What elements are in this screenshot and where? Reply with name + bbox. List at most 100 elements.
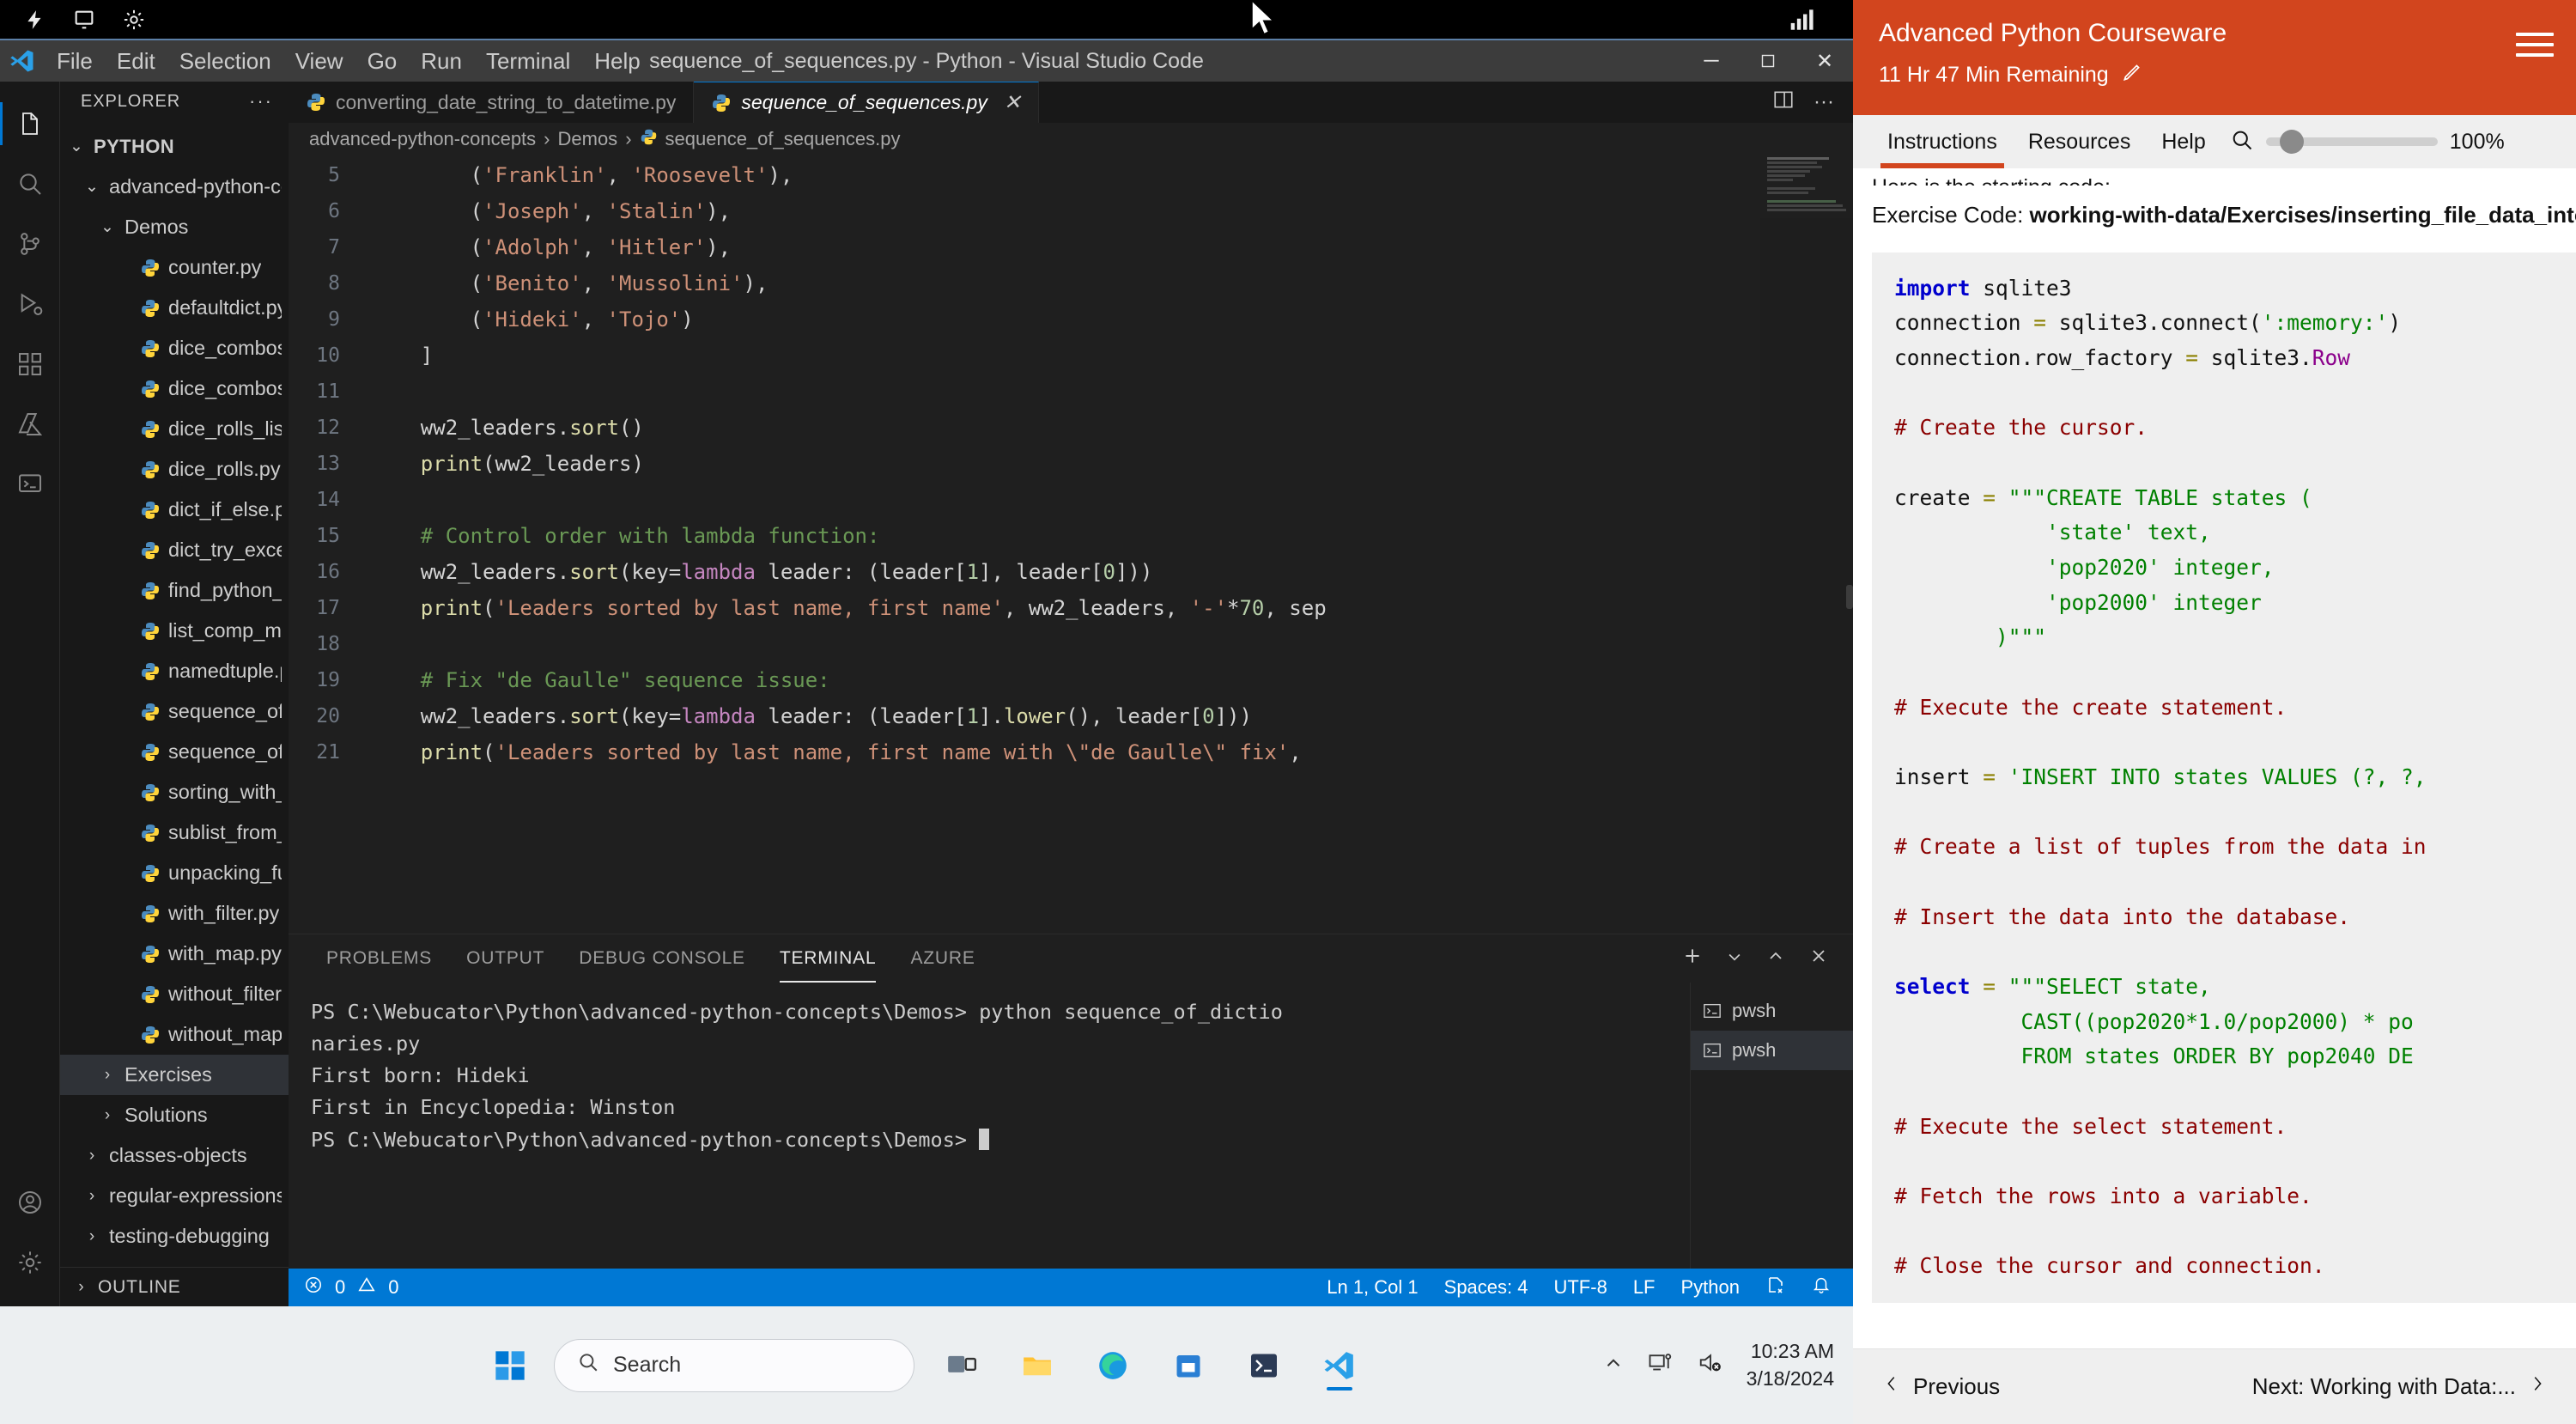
chevron-up-icon[interactable]: [1602, 1352, 1625, 1378]
menu-run[interactable]: Run: [409, 46, 474, 76]
tree-file-item[interactable]: dict_try_except.py: [60, 530, 289, 570]
error-icon[interactable]: [304, 1275, 323, 1299]
minimize-button[interactable]: ─: [1683, 40, 1740, 82]
panel-tab[interactable]: OUTPUT: [449, 934, 562, 983]
tree-file-item[interactable]: without_map.py: [60, 1014, 289, 1055]
chevron-down-icon[interactable]: [1726, 946, 1743, 971]
vscode-icon[interactable]: [1311, 1339, 1368, 1392]
maximize-button[interactable]: [1740, 40, 1796, 82]
tree-file-item[interactable]: with_map.py: [60, 934, 289, 974]
editor-tab[interactable]: sequence_of_sequences.py ✕: [694, 82, 1039, 123]
extensions-icon[interactable]: [0, 334, 60, 394]
network-icon[interactable]: [1647, 1350, 1674, 1380]
tree-file-item[interactable]: dice_rolls.py: [60, 449, 289, 490]
menu-terminal[interactable]: Terminal: [474, 46, 582, 76]
run-debug-icon[interactable]: [0, 274, 60, 334]
menu-go[interactable]: Go: [355, 46, 410, 76]
tree-file-item[interactable]: dict_if_else.py: [60, 490, 289, 530]
next-button[interactable]: Next: Working with Data:...: [2252, 1372, 2547, 1402]
gear-icon[interactable]: [122, 8, 146, 32]
tree-file-item[interactable]: without_filter.py: [60, 974, 289, 1014]
breadcrumb-subfolder[interactable]: Demos: [558, 128, 618, 150]
add-terminal-icon[interactable]: [1681, 945, 1704, 973]
tree-folder-item[interactable]: › regular-expressions: [60, 1176, 289, 1216]
terminal-icon[interactable]: [1236, 1339, 1292, 1392]
tab-instructions[interactable]: Instructions: [1872, 115, 2013, 168]
terminal-output[interactable]: PS C:\Webucator\Python\advanced-python-c…: [289, 983, 1690, 1269]
tree-file-item[interactable]: dice_combos_list_comp.py: [60, 328, 289, 368]
menu-file[interactable]: File: [45, 46, 105, 76]
panel-splitter-handle[interactable]: [1846, 585, 1853, 609]
menu-help[interactable]: Help: [582, 46, 652, 76]
sound-muted-icon[interactable]: [1697, 1350, 1724, 1380]
minimap[interactable]: [1760, 155, 1853, 934]
warning-icon[interactable]: [357, 1275, 376, 1299]
menu-edit[interactable]: Edit: [105, 46, 167, 76]
more-actions-icon[interactable]: ···: [1814, 90, 1834, 114]
tree-file-item[interactable]: counter.py: [60, 247, 289, 288]
file-explorer-icon[interactable]: [1009, 1339, 1066, 1392]
panel-tab[interactable]: AZURE: [893, 934, 992, 983]
task-view-icon[interactable]: [933, 1339, 990, 1392]
language-mode[interactable]: Python: [1681, 1276, 1741, 1299]
tree-file-item[interactable]: dice_rolls_list_comp.py: [60, 409, 289, 449]
remote-explorer-icon[interactable]: [0, 454, 60, 514]
tree-folder-item[interactable]: › testing-debugging: [60, 1216, 289, 1257]
tree-folder-item[interactable]: › Solutions: [60, 1095, 289, 1135]
taskbar-search[interactable]: Search: [554, 1338, 914, 1392]
terminal-instance[interactable]: pwsh: [1691, 991, 1853, 1031]
tree-file-item[interactable]: dice_combos.py: [60, 368, 289, 409]
tab-resources[interactable]: Resources: [2013, 115, 2147, 168]
pencil-icon[interactable]: [2121, 61, 2143, 89]
menu-view[interactable]: View: [283, 46, 355, 76]
source-control-icon[interactable]: [0, 214, 60, 274]
tree-file-item[interactable]: with_filter.py: [60, 893, 289, 934]
tree-file-item[interactable]: sublist_from_list.py: [60, 812, 289, 853]
terminal-instance[interactable]: pwsh: [1691, 1031, 1853, 1070]
explorer-more-icon[interactable]: ···: [249, 90, 273, 113]
close-button[interactable]: ✕: [1796, 40, 1853, 82]
tree-file-item[interactable]: list_comp_mapping.py: [60, 611, 289, 651]
content-scrollbar[interactable]: [2562, 168, 2576, 1348]
tree-file-item[interactable]: find_python_home.py: [60, 570, 289, 611]
start-button[interactable]: [485, 1341, 535, 1391]
settings-gear-icon[interactable]: [0, 1232, 60, 1293]
zoom-slider[interactable]: [2265, 130, 2438, 154]
cursor-position[interactable]: Ln 1, Col 1: [1327, 1276, 1418, 1299]
tree-folder-item[interactable]: › classes-objects: [60, 1135, 289, 1176]
outline-section[interactable]: › OUTLINE: [60, 1267, 289, 1306]
tab-help[interactable]: Help: [2146, 115, 2221, 168]
tree-folder-item[interactable]: ⌄ advanced-python-concepts: [60, 167, 289, 207]
lightning-icon[interactable]: [24, 7, 46, 33]
azure-icon[interactable]: [0, 394, 60, 454]
breadcrumb-folder[interactable]: advanced-python-concepts: [309, 128, 536, 150]
search-icon[interactable]: [2230, 128, 2254, 156]
panel-tab[interactable]: PROBLEMS: [309, 934, 449, 983]
code-editor[interactable]: 5 ('Franklin', 'Roosevelt'), 6 ('Joseph',…: [289, 155, 1853, 934]
remote-icon[interactable]: [1765, 1275, 1786, 1300]
edge-icon[interactable]: [1084, 1339, 1141, 1392]
zoom-slider-knob[interactable]: [2279, 130, 2304, 154]
encoding[interactable]: UTF-8: [1553, 1276, 1607, 1299]
explorer-icon[interactable]: [0, 94, 60, 154]
tree-folder-item[interactable]: › Exercises: [60, 1055, 289, 1095]
menu-selection[interactable]: Selection: [167, 46, 283, 76]
accounts-icon[interactable]: [0, 1172, 60, 1232]
search-icon[interactable]: [0, 154, 60, 214]
tree-folder-item[interactable]: ⌄ PYTHON: [60, 126, 289, 167]
indentation[interactable]: Spaces: 4: [1444, 1276, 1528, 1299]
tree-folder-item[interactable]: ⌄ Demos: [60, 207, 289, 247]
previous-button[interactable]: Previous: [1882, 1372, 2000, 1402]
split-editor-icon[interactable]: [1772, 88, 1795, 117]
hamburger-icon[interactable]: [2516, 26, 2554, 64]
store-icon[interactable]: [1160, 1339, 1217, 1392]
courseware-content[interactable]: Here is the starting code: Exercise Code…: [1853, 168, 2576, 1348]
tree-file-item[interactable]: sequence_of_dictionaries.py: [60, 691, 289, 732]
monitor-icon[interactable]: [72, 8, 96, 32]
editor-tab[interactable]: converting_date_string_to_datetime.py: [289, 82, 695, 123]
bell-icon[interactable]: [1812, 1275, 1831, 1299]
tree-file-item[interactable]: sorting_with_itemgetter.py: [60, 772, 289, 812]
close-panel-icon[interactable]: [1808, 946, 1829, 972]
tree-file-item[interactable]: sequence_of_sequences.py: [60, 732, 289, 772]
close-icon[interactable]: ✕: [1004, 90, 1021, 115]
